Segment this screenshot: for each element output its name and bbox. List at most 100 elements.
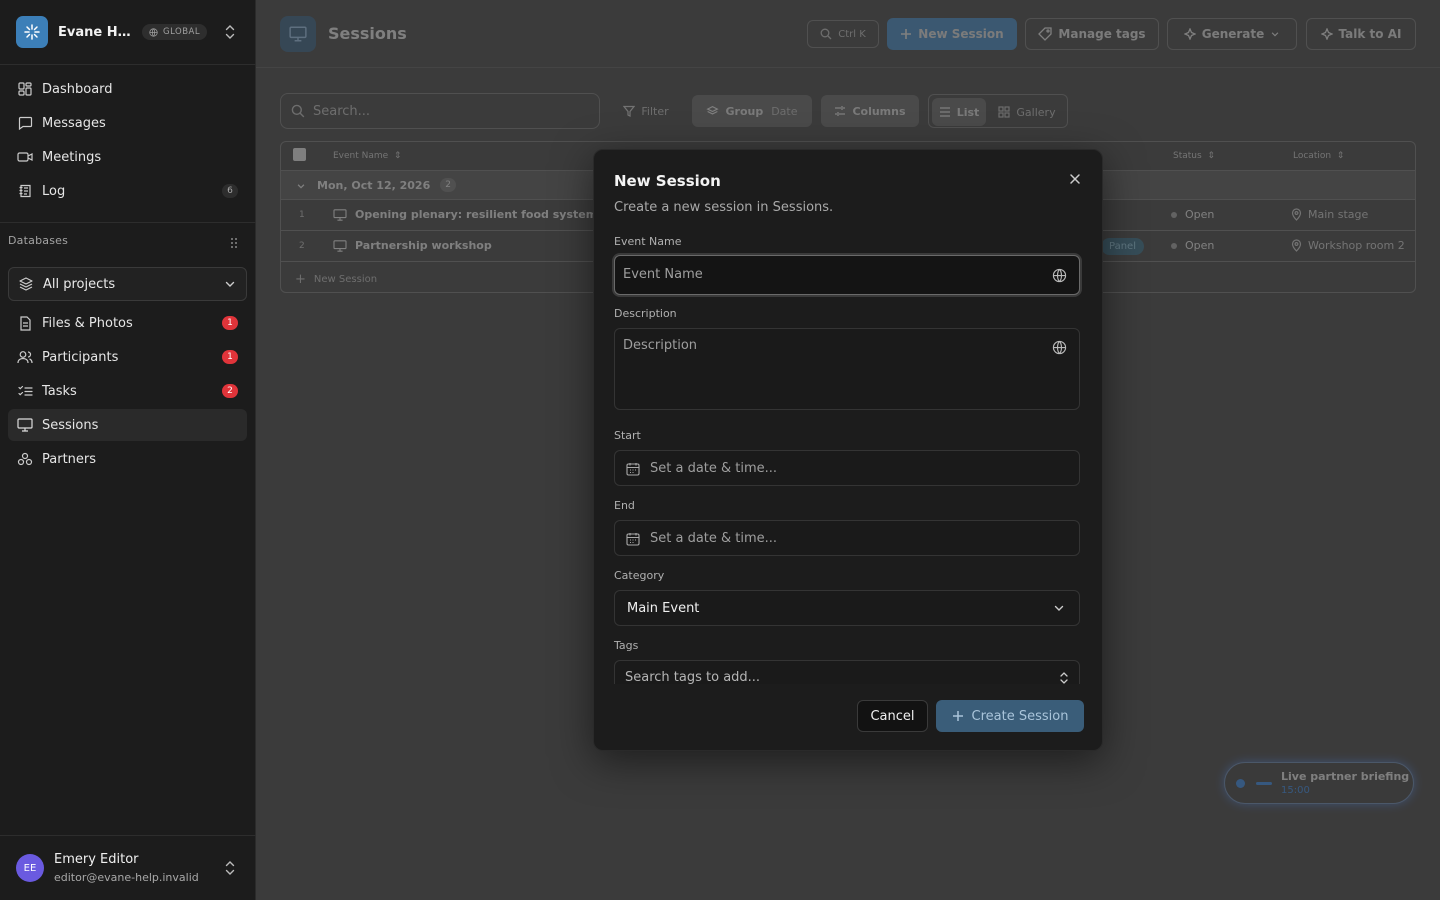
start-label: Start: [614, 429, 641, 442]
workspace-logo-icon: [16, 16, 48, 48]
project-selector[interactable]: All projects: [8, 267, 247, 301]
chevron-up-down-icon: [1060, 672, 1068, 684]
category-label: Category: [614, 569, 665, 582]
close-icon[interactable]: [1067, 171, 1083, 187]
plus-icon: +: [295, 272, 306, 287]
header-label: Status: [1173, 151, 1202, 161]
filter-icon: [623, 105, 636, 117]
checklist-icon: [17, 383, 33, 399]
row-location: Main stage: [1291, 208, 1368, 221]
presentation-icon: [280, 16, 316, 52]
talk-to-ai-button[interactable]: Talk to AI: [1306, 18, 1416, 50]
nav-label: Dashboard: [42, 81, 113, 97]
nav-label: Meetings: [42, 149, 102, 165]
status-dot: [1171, 242, 1177, 249]
live-notification[interactable]: Live partner briefing 15:00: [1224, 762, 1414, 804]
log-count-badge: 6: [222, 184, 238, 198]
description-input[interactable]: Description: [614, 328, 1080, 410]
new-session-row[interactable]: + New Session: [295, 272, 377, 287]
category-value: Main Event: [627, 601, 700, 616]
create-session-button[interactable]: Create Session: [936, 700, 1084, 732]
user-email: editor@evane-help.invalid: [54, 871, 199, 884]
nav-item-partners[interactable]: Partners: [8, 443, 247, 475]
command-search-button[interactable]: Ctrl K: [807, 20, 879, 48]
category-select[interactable]: Main Event: [614, 590, 1080, 626]
generate-label: Generate: [1201, 27, 1265, 41]
event-name-input[interactable]: Event Name: [614, 255, 1080, 295]
status-text: Open: [1185, 208, 1215, 221]
sparkle-icon: [1320, 28, 1333, 40]
users-icon: [17, 349, 33, 365]
header-label: Location: [1293, 151, 1332, 161]
message-icon: [17, 115, 33, 131]
table-search-input[interactable]: Search...: [280, 93, 600, 129]
column-header-location[interactable]: Location ⇕: [1293, 142, 1344, 170]
chevron-down-icon: [1054, 605, 1064, 611]
tags-field-clip: Search tags to add...: [614, 660, 1080, 684]
drag-handle-icon[interactable]: [230, 237, 238, 249]
workspace-badge: GLOBAL: [142, 24, 208, 40]
column-header-event-name[interactable]: Event Name ⇕: [333, 142, 401, 170]
column-header-status[interactable]: Status ⇕: [1173, 142, 1215, 170]
globe-icon[interactable]: [1052, 268, 1067, 283]
group-label: Mon, Oct 12, 2026: [317, 178, 431, 192]
chevron-down-icon: [297, 184, 305, 189]
end-datetime-picker[interactable]: Set a date & time...: [614, 520, 1080, 556]
chevron-down-icon: [225, 281, 235, 287]
dashboard-icon: [17, 81, 33, 97]
columns-icon: [835, 106, 846, 116]
description-label: Description: [614, 307, 677, 320]
nav-item-dashboard[interactable]: Dashboard: [8, 73, 247, 105]
nav-item-meetings[interactable]: Meetings: [8, 141, 247, 173]
row-status: Open: [1171, 208, 1214, 221]
generate-button[interactable]: Generate: [1167, 18, 1297, 50]
event-name-placeholder: Event Name: [623, 267, 703, 282]
manage-tags-label: Manage tags: [1058, 27, 1146, 41]
columns-button[interactable]: Columns: [821, 95, 919, 127]
select-all-checkbox[interactable]: [293, 148, 306, 161]
header-label: Event Name: [333, 151, 389, 161]
nav-item-participants[interactable]: Participants 1: [8, 341, 247, 373]
layers-icon: [18, 276, 34, 292]
list-icon: [939, 107, 950, 117]
nav-label: Files & Photos: [42, 315, 133, 331]
layers-icon: [706, 105, 720, 115]
chevron-up-down-icon[interactable]: [223, 860, 237, 876]
nav-label: Sessions: [42, 417, 99, 433]
filter-button[interactable]: Filter: [612, 95, 680, 127]
row-number: 1: [299, 210, 305, 220]
tag-icon: [1038, 27, 1053, 41]
start-placeholder: Set a date & time...: [650, 461, 778, 476]
nav-item-files-photos[interactable]: Files & Photos 1: [8, 307, 247, 339]
plus-icon: [952, 711, 963, 721]
row-name: Opening plenary: resilient food systems: [333, 208, 604, 221]
row-status: Open: [1171, 239, 1214, 252]
sidebar: Evane He... GLOBAL Dashboard Messages Me…: [0, 0, 256, 900]
nav-item-sessions[interactable]: Sessions: [8, 409, 247, 441]
tags-placeholder: Search tags to add...: [625, 670, 761, 684]
sparkle-icon: [1183, 28, 1196, 40]
new-session-button[interactable]: New Session: [887, 18, 1017, 50]
page-header: Sessions Ctrl K New Session Manage tags …: [256, 0, 1440, 68]
workspace-switcher[interactable]: Evane He... GLOBAL: [0, 0, 256, 65]
notification-time: 15:00: [1281, 785, 1310, 796]
start-datetime-picker[interactable]: Set a date & time...: [614, 450, 1080, 486]
cancel-button[interactable]: Cancel: [857, 700, 928, 732]
nav-item-tasks[interactable]: Tasks 2: [8, 375, 247, 407]
grid-icon: [998, 106, 1011, 118]
row-location: Workshop room 2: [1291, 239, 1405, 252]
manage-tags-button[interactable]: Manage tags: [1025, 18, 1159, 50]
group-button[interactable]: Group Date: [692, 95, 812, 127]
status-dot: [1171, 211, 1177, 218]
tags-label: Tags: [614, 639, 639, 652]
nav-item-log[interactable]: Log 6: [8, 175, 247, 207]
workspace-badge-label: GLOBAL: [163, 27, 201, 37]
columns-label: Columns: [852, 104, 906, 118]
nav-item-messages[interactable]: Messages: [8, 107, 247, 139]
location-text: Workshop room 2: [1308, 239, 1405, 252]
globe-icon[interactable]: [1052, 340, 1067, 355]
list-view-tab[interactable]: List: [932, 98, 986, 126]
workspace-name: Evane He...: [58, 24, 136, 40]
gallery-view-tab[interactable]: Gallery: [990, 98, 1064, 126]
tags-combobox[interactable]: Search tags to add...: [614, 660, 1080, 684]
